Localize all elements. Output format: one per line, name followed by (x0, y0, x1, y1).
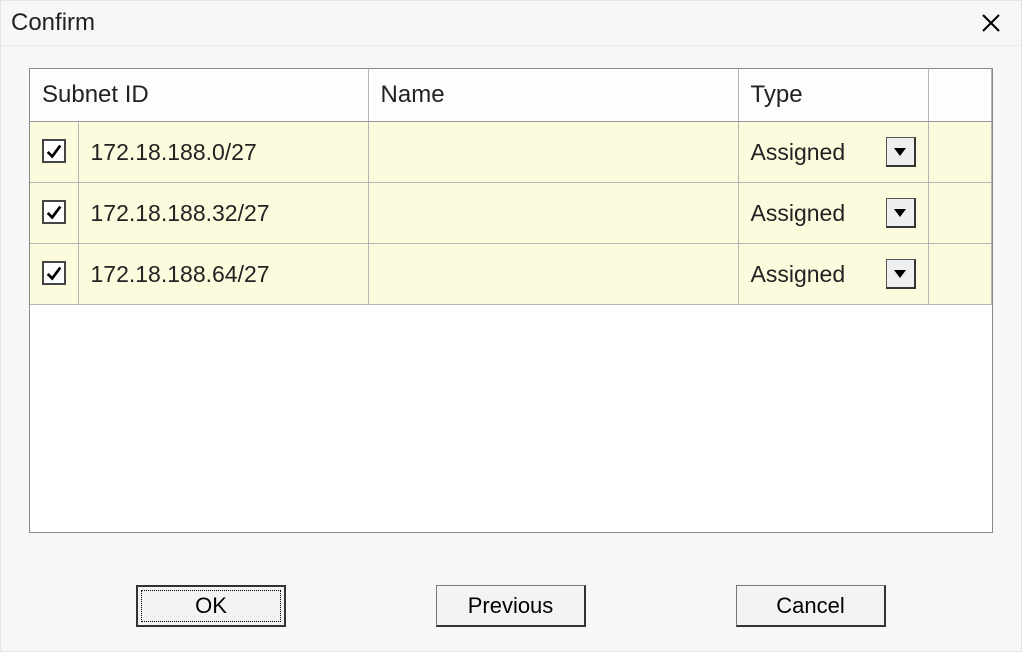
type-dropdown[interactable]: Assigned (751, 132, 916, 172)
col-type-header[interactable]: Type (738, 69, 928, 122)
close-button[interactable] (975, 7, 1007, 39)
chevron-down-icon (894, 148, 906, 156)
checkmark-icon (45, 264, 63, 282)
col-name-header[interactable]: Name (368, 69, 738, 122)
type-value: Assigned (751, 139, 846, 166)
row-checkbox[interactable] (42, 261, 66, 285)
type-dropdown[interactable]: Assigned (751, 254, 916, 294)
cell-name[interactable] (368, 122, 738, 183)
close-icon (981, 13, 1001, 33)
type-value: Assigned (751, 261, 846, 288)
type-value: Assigned (751, 200, 846, 227)
content: Subnet ID Name Type 172.18.188.0/27 (1, 46, 1021, 561)
ok-button[interactable]: OK (136, 585, 286, 627)
chevron-down-icon (894, 209, 906, 217)
cancel-button[interactable]: Cancel (736, 585, 886, 627)
table-row[interactable]: 172.18.188.64/27 Assigned (30, 244, 992, 305)
col-padding (928, 69, 991, 122)
cell-subnet: 172.18.188.0/27 (78, 122, 368, 183)
titlebar: Confirm (1, 1, 1021, 46)
table-row[interactable]: 172.18.188.0/27 Assigned (30, 122, 992, 183)
row-checkbox[interactable] (42, 200, 66, 224)
table-row[interactable]: 172.18.188.32/27 Assigned (30, 183, 992, 244)
chevron-down-icon (894, 270, 906, 278)
cell-subnet: 172.18.188.32/27 (78, 183, 368, 244)
dropdown-button[interactable] (886, 137, 916, 167)
cell-name[interactable] (368, 183, 738, 244)
row-checkbox[interactable] (42, 139, 66, 163)
grid-empty-area (30, 305, 992, 532)
cell-name[interactable] (368, 244, 738, 305)
confirm-dialog: Confirm Subnet ID Name Type (0, 0, 1022, 652)
subnet-grid: Subnet ID Name Type 172.18.188.0/27 (29, 68, 993, 533)
checkmark-icon (45, 142, 63, 160)
type-dropdown[interactable]: Assigned (751, 193, 916, 233)
window-title: Confirm (11, 9, 95, 37)
cell-subnet: 172.18.188.64/27 (78, 244, 368, 305)
checkmark-icon (45, 203, 63, 221)
dropdown-button[interactable] (886, 198, 916, 228)
button-bar: OK Previous Cancel (1, 561, 1021, 651)
col-subnet-header[interactable]: Subnet ID (30, 69, 368, 122)
previous-button[interactable]: Previous (436, 585, 586, 627)
header-row: Subnet ID Name Type (30, 69, 992, 122)
dropdown-button[interactable] (886, 259, 916, 289)
